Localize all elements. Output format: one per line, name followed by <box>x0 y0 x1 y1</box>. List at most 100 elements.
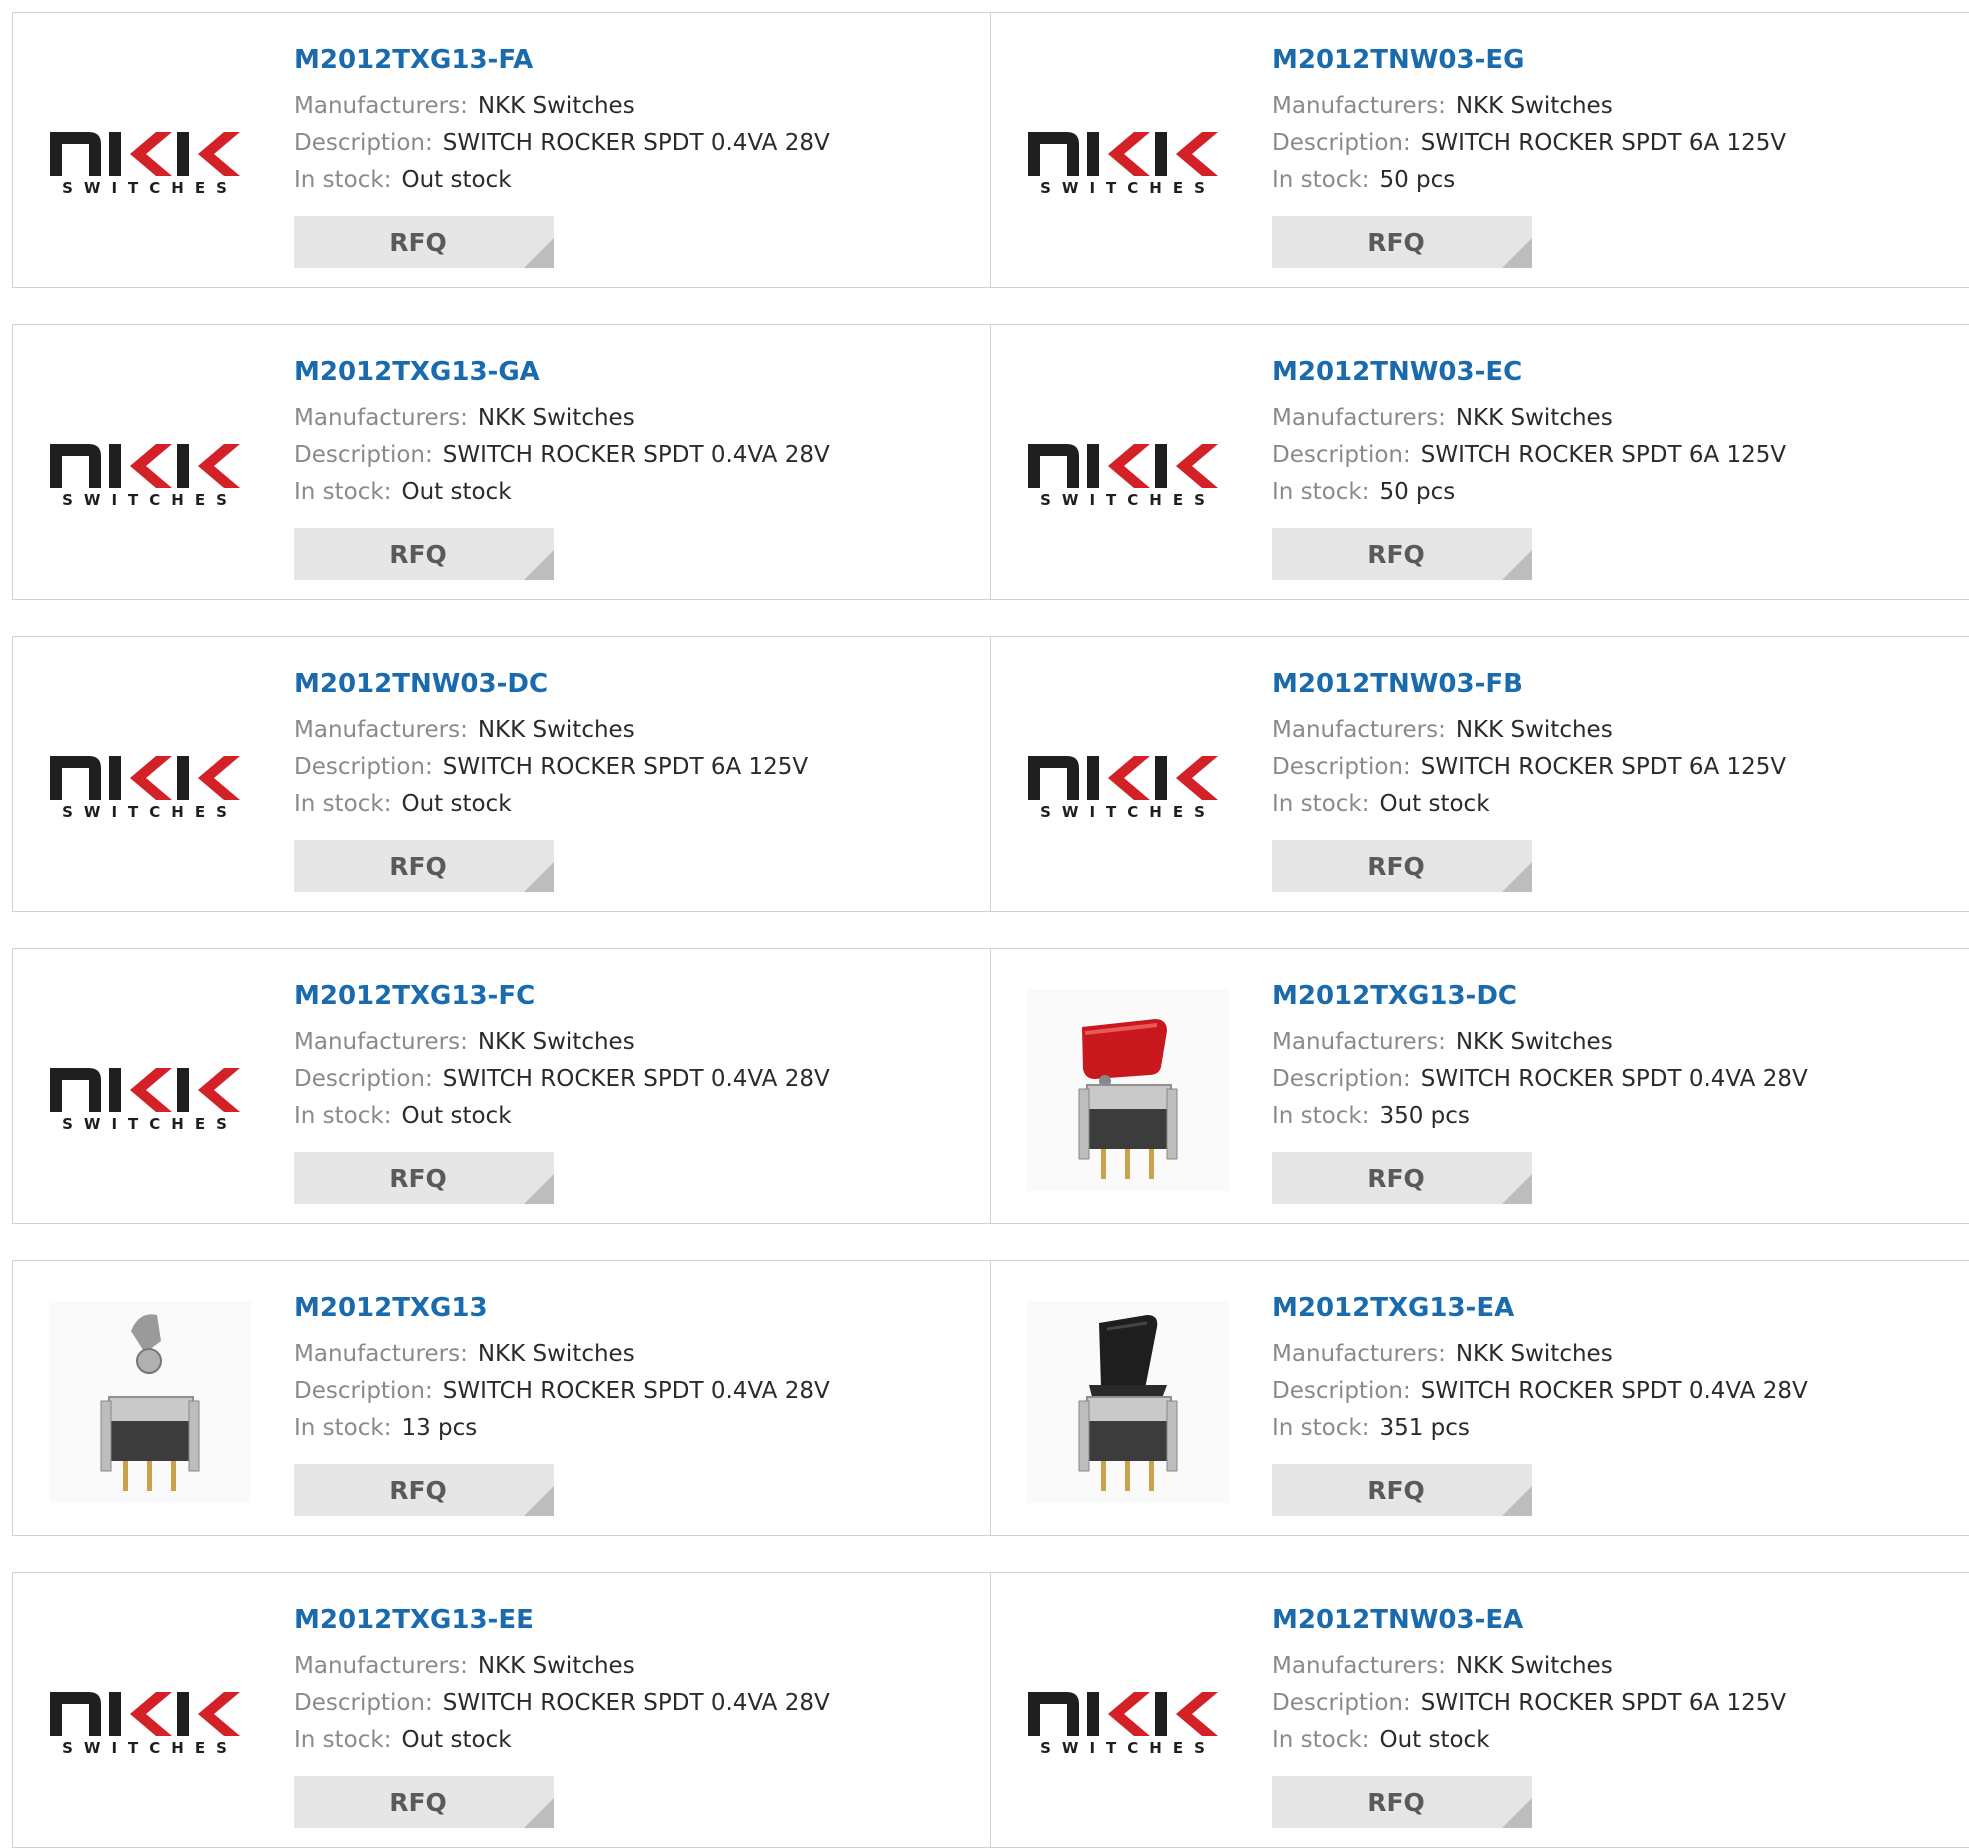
product-image[interactable]: SWITCHES <box>49 53 251 255</box>
nkk-logo-icon: SWITCHES <box>1028 756 1218 818</box>
stock-row: In stock: Out stock <box>294 162 981 199</box>
product-info: M2012TNW03-EA Manufacturers: NKK Switches… <box>1272 1603 1960 1759</box>
rfq-button[interactable]: RFQ <box>1272 1152 1532 1204</box>
description-value: SWITCH ROCKER SPDT 6A 125V <box>1420 754 1787 780</box>
product-image[interactable]: SWITCHES <box>1027 1613 1229 1815</box>
rfq-label: RFQ <box>389 1163 447 1193</box>
stock-value: Out stock <box>401 167 512 193</box>
rfq-button[interactable]: RFQ <box>294 1776 554 1828</box>
product-image[interactable] <box>1027 1301 1229 1503</box>
manufacturer-row: Manufacturers: NKK Switches <box>1272 1024 1960 1061</box>
stock-value: 50 pcs <box>1379 167 1456 193</box>
rfq-label: RFQ <box>389 1475 447 1505</box>
rfq-button[interactable]: RFQ <box>1272 1776 1532 1828</box>
manufacturer-value: NKK Switches <box>477 1341 635 1367</box>
product-info: M2012TXG13 Manufacturers: NKK Switches De… <box>294 1291 981 1447</box>
stock-label: In stock: <box>1272 479 1370 505</box>
rfq-button[interactable]: RFQ <box>1272 840 1532 892</box>
product-part-number-link[interactable]: M2012TXG13-FC <box>294 979 981 1013</box>
rfq-button[interactable]: RFQ <box>294 216 554 268</box>
rfq-button[interactable]: RFQ <box>1272 216 1532 268</box>
nkk-logo-icon: SWITCHES <box>50 1692 240 1754</box>
stock-value: Out stock <box>1379 1727 1490 1753</box>
product-image[interactable]: SWITCHES <box>1027 677 1229 879</box>
manufacturer-row: Manufacturers: NKK Switches <box>294 88 981 125</box>
product-info: M2012TNW03-EG Manufacturers: NKK Switches… <box>1272 43 1960 199</box>
description-value: SWITCH ROCKER SPDT 6A 125V <box>1420 130 1787 156</box>
rfq-button[interactable]: RFQ <box>294 1152 554 1204</box>
product-grid: SWITCHES M2012TXG13-FA Manufacturers: NKK… <box>0 0 1969 1848</box>
manufacturer-value: NKK Switches <box>477 93 635 119</box>
product-card: SWITCHES M2012TXG13-EE Manufacturers: NKK… <box>12 1572 991 1848</box>
stock-label: In stock: <box>294 1103 392 1129</box>
rfq-label: RFQ <box>389 851 447 881</box>
product-image[interactable]: SWITCHES <box>49 1613 251 1815</box>
stock-row: In stock: Out stock <box>294 786 981 823</box>
stock-value: Out stock <box>1379 791 1490 817</box>
description-row: Description: SWITCH ROCKER SPDT 0.4VA 28V <box>1272 1373 1960 1410</box>
stock-row: In stock: Out stock <box>294 1098 981 1135</box>
rfq-button[interactable]: RFQ <box>294 1464 554 1516</box>
rocker-switch-icon <box>1027 1301 1229 1503</box>
description-row: Description: SWITCH ROCKER SPDT 6A 125V <box>1272 1685 1960 1722</box>
product-image[interactable]: SWITCHES <box>1027 53 1229 255</box>
stock-value: 13 pcs <box>401 1415 478 1441</box>
product-image[interactable]: SWITCHES <box>49 677 251 879</box>
product-part-number-link[interactable]: M2012TNW03-EG <box>1272 43 1960 77</box>
product-image[interactable] <box>1027 989 1229 1191</box>
product-part-number-link[interactable]: M2012TXG13-FA <box>294 43 981 77</box>
stock-label: In stock: <box>1272 167 1370 193</box>
stock-label: In stock: <box>294 479 392 505</box>
description-row: Description: SWITCH ROCKER SPDT 6A 125V <box>1272 437 1960 474</box>
product-part-number-link[interactable]: M2012TXG13-EE <box>294 1603 981 1637</box>
stock-label: In stock: <box>1272 1727 1370 1753</box>
manufacturer-row: Manufacturers: NKK Switches <box>1272 1648 1960 1685</box>
description-label: Description: <box>1272 1378 1411 1404</box>
product-image[interactable]: SWITCHES <box>1027 365 1229 567</box>
rfq-label: RFQ <box>1367 1163 1425 1193</box>
product-part-number-link[interactable]: M2012TXG13-DC <box>1272 979 1960 1013</box>
product-part-number-link[interactable]: M2012TNW03-EC <box>1272 355 1960 389</box>
product-image[interactable]: SWITCHES <box>49 365 251 567</box>
stock-label: In stock: <box>294 1727 392 1753</box>
nkk-logo-icon: SWITCHES <box>1028 444 1218 506</box>
corner-triangle-icon <box>524 550 554 580</box>
svg-text:SWITCHES: SWITCHES <box>1040 179 1216 194</box>
product-part-number-link[interactable]: M2012TXG13-GA <box>294 355 981 389</box>
product-part-number-link[interactable]: M2012TXG13 <box>294 1291 981 1325</box>
corner-triangle-icon <box>1502 862 1532 892</box>
description-value: SWITCH ROCKER SPDT 0.4VA 28V <box>1420 1066 1808 1092</box>
rfq-label: RFQ <box>1367 227 1425 257</box>
stock-label: In stock: <box>1272 1415 1370 1441</box>
stock-row: In stock: 50 pcs <box>1272 474 1960 511</box>
rfq-button[interactable]: RFQ <box>294 528 554 580</box>
nkk-logo-icon: SWITCHES <box>50 1068 240 1130</box>
manufacturer-row: Manufacturers: NKK Switches <box>1272 400 1960 437</box>
rfq-button[interactable]: RFQ <box>1272 1464 1532 1516</box>
product-part-number-link[interactable]: M2012TXG13-EA <box>1272 1291 1960 1325</box>
stock-label: In stock: <box>294 791 392 817</box>
product-card: SWITCHES M2012TNW03-DC Manufacturers: NKK… <box>12 636 991 912</box>
manufacturer-row: Manufacturers: NKK Switches <box>1272 88 1960 125</box>
manufacturer-row: Manufacturers: NKK Switches <box>1272 1336 1960 1373</box>
product-card: SWITCHES M2012TNW03-EG Manufacturers: NKK… <box>990 12 1969 288</box>
manufacturer-value: NKK Switches <box>1455 1341 1613 1367</box>
stock-value: Out stock <box>401 1727 512 1753</box>
stock-label: In stock: <box>1272 791 1370 817</box>
manufacturer-row: Manufacturers: NKK Switches <box>294 1648 981 1685</box>
product-part-number-link[interactable]: M2012TNW03-FB <box>1272 667 1960 701</box>
rfq-button[interactable]: RFQ <box>294 840 554 892</box>
stock-label: In stock: <box>1272 1103 1370 1129</box>
description-value: SWITCH ROCKER SPDT 0.4VA 28V <box>442 130 830 156</box>
description-value: SWITCH ROCKER SPDT 0.4VA 28V <box>442 1378 830 1404</box>
rfq-label: RFQ <box>1367 1787 1425 1817</box>
product-image[interactable] <box>49 1301 251 1503</box>
description-value: SWITCH ROCKER SPDT 6A 125V <box>442 754 809 780</box>
rfq-button[interactable]: RFQ <box>1272 528 1532 580</box>
manufacturer-row: Manufacturers: NKK Switches <box>294 1336 981 1373</box>
product-part-number-link[interactable]: M2012TNW03-EA <box>1272 1603 1960 1637</box>
product-part-number-link[interactable]: M2012TNW03-DC <box>294 667 981 701</box>
nkk-logo-icon: SWITCHES <box>1028 1692 1218 1754</box>
product-info: M2012TNW03-FB Manufacturers: NKK Switches… <box>1272 667 1960 823</box>
product-image[interactable]: SWITCHES <box>49 989 251 1191</box>
